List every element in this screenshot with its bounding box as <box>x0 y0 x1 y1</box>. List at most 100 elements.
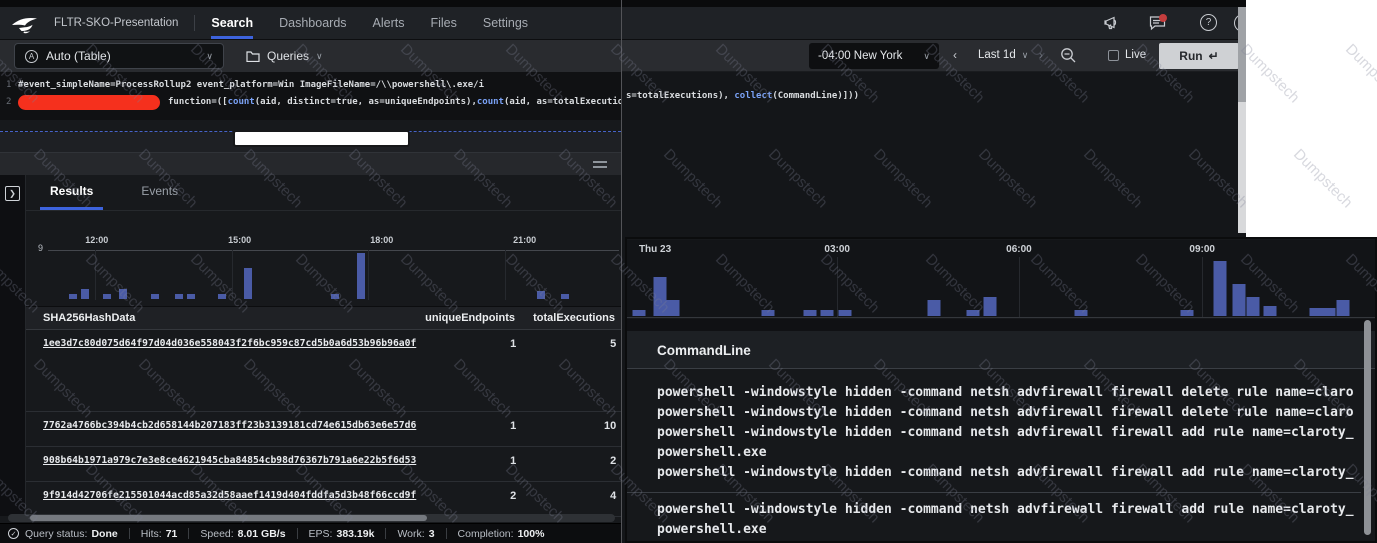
status-value: Done <box>91 528 117 540</box>
status-label: Query status: <box>25 528 87 540</box>
live-label: Live <box>1125 49 1146 61</box>
screenshot-stage: FLTR-SKO-Presentation SearchDashboardsAl… <box>0 0 1377 543</box>
nav-divider <box>194 15 195 31</box>
overlay-vertical-scrollbar-thumb[interactable] <box>1364 320 1371 535</box>
time-forward-arrow[interactable]: › <box>1039 48 1043 62</box>
run-button[interactable]: Run ↵ <box>1159 43 1239 69</box>
status-value: 8.01 GB/s <box>238 528 286 540</box>
nav-tab-alerts[interactable]: Alerts <box>373 7 405 39</box>
x-tick-label: 15:00 <box>228 235 251 245</box>
histogram-bar <box>151 294 159 299</box>
query-token: count <box>228 97 255 107</box>
auto-view-icon: A <box>25 50 38 63</box>
results-table: SHA256HashData uniqueEndpoints totalExec… <box>26 306 621 517</box>
tab-results[interactable]: Results <box>40 175 103 210</box>
query-token: #event_simpleName=ProcessRollup2 event_p… <box>18 80 484 90</box>
query-token: function=([ <box>168 97 228 107</box>
resize-bar <box>0 152 621 175</box>
histogram-bar <box>218 294 226 299</box>
zoom-out-icon[interactable] <box>1060 47 1077 64</box>
resize-handle-icon[interactable] <box>593 161 607 168</box>
horizontal-scrollbar-thumb[interactable] <box>30 515 427 521</box>
main-nav-tabs: Search Dashboards Alerts Files Settings <box>211 7 528 39</box>
histogram-bar <box>632 310 645 316</box>
histogram-bar <box>175 294 183 299</box>
help-icon[interactable]: ? <box>1200 14 1217 31</box>
histogram-bar <box>537 291 545 299</box>
timezone-label: -04:00 New York <box>818 50 902 62</box>
unique-endpoints-value: 2 <box>416 490 516 502</box>
watermark-text: Dumpstech <box>1342 41 1377 107</box>
table-header-row: SHA256HashData uniqueEndpoints totalExec… <box>26 306 621 330</box>
watermark-text: Dumpstech <box>1237 41 1303 107</box>
time-range-selector[interactable]: Last 1d ∨ <box>978 49 1028 61</box>
nav-tab-files[interactable]: Files <box>430 7 456 39</box>
status-label: Completion: <box>458 528 514 540</box>
nav-tab-settings[interactable]: Settings <box>483 7 528 39</box>
commandline-column-header: CommandLine <box>657 343 751 358</box>
commandline-row: powershell -windowstyle hidden -command … <box>627 493 1361 541</box>
x-tick-label: 09:00 <box>1189 244 1215 255</box>
collapsed-side-rail: ❯ <box>0 175 26 516</box>
sha256-hash-link[interactable]: 7762a4766bc394b4cb2d658144b207183ff23b31… <box>43 420 416 431</box>
histogram-bar <box>1075 310 1088 316</box>
sha256-hash-link[interactable]: 908b64b1971a979c7e3e8ce4621945cba84854cb… <box>43 455 416 466</box>
histogram-bar <box>103 294 111 299</box>
tab-events[interactable]: Events <box>131 175 188 210</box>
nav-tab-search[interactable]: Search <box>211 7 253 39</box>
histogram-bar <box>653 277 666 316</box>
histogram-bar <box>821 310 834 316</box>
histogram-bar <box>1336 300 1349 316</box>
histogram-bar <box>561 294 569 299</box>
total-executions-value: 2 <box>516 455 616 467</box>
query-token: (CommandLine)])) <box>772 91 859 101</box>
column-header-unique-endpoints: uniqueEndpoints <box>415 312 515 324</box>
status-ok-icon: ✓ <box>8 528 19 539</box>
vertical-scrollbar-thumb[interactable] <box>1238 7 1246 102</box>
watermark-text: Dumpstech <box>1290 146 1356 212</box>
histogram-bar <box>1214 261 1227 316</box>
chevron-down-icon: ∨ <box>206 51 213 62</box>
commandline-value: powershell.exe <box>657 443 1361 463</box>
status-divider <box>129 528 130 539</box>
histogram-bar <box>803 310 816 316</box>
view-selector-dropdown[interactable]: A Auto (Table) ∨ <box>14 43 224 69</box>
megaphone-icon[interactable] <box>1104 15 1122 31</box>
histogram-bar <box>1323 308 1336 316</box>
time-back-arrow[interactable]: ‹ <box>953 48 957 62</box>
x-tick-label: Thu 23 <box>639 244 671 255</box>
status-value: 71 <box>166 528 178 540</box>
timezone-selector[interactable]: -04:00 New York ∨ <box>809 43 939 69</box>
main-nav-bar: FLTR-SKO-Presentation SearchDashboardsAl… <box>0 7 621 40</box>
histogram-bar <box>1232 284 1245 316</box>
sha256-hash-link[interactable]: 9f914d42706fe215501044acd85a32d58aaef141… <box>43 490 416 501</box>
x-tick-label: 06:00 <box>1006 244 1032 255</box>
chevron-down-icon: ∨ <box>316 51 323 62</box>
blank-popup <box>233 130 410 147</box>
column-header-hash: SHA256HashData <box>43 312 415 324</box>
run-label: Run <box>1179 49 1202 63</box>
live-checkbox[interactable] <box>1108 50 1119 61</box>
chevron-down-icon: ∨ <box>923 51 930 62</box>
status-divider <box>188 528 189 539</box>
window-top-strip <box>0 0 621 7</box>
commandline-value: powershell -windowstyle hidden -command … <box>657 500 1361 520</box>
query-editor[interactable]: 1#event_simpleName=ProcessRollup2 event_… <box>0 72 621 120</box>
status-value: 383.19k <box>336 528 374 540</box>
sha256-hash-link[interactable]: 1ee3d7c80d075d64f97d04d036e558043f2f6bc9… <box>43 338 416 349</box>
status-label: Work: <box>397 528 424 540</box>
histogram-bar <box>839 310 852 316</box>
horizontal-scrollbar-track <box>8 514 615 522</box>
histogram-bar <box>187 294 195 299</box>
y-axis-tick: 9 <box>38 243 43 253</box>
time-range-label: Last 1d <box>978 49 1016 61</box>
chart-gridline <box>1019 257 1020 317</box>
queries-button[interactable]: Queries ∨ <box>246 49 323 63</box>
view-selector-label: Auto (Table) <box>46 49 111 63</box>
histogram-bar <box>357 253 365 299</box>
histogram-bar <box>81 289 89 299</box>
expand-panel-icon[interactable]: ❯ <box>5 186 20 201</box>
nav-tab-dashboards[interactable]: Dashboards <box>279 7 346 39</box>
query-status-bar: ✓Query status:DoneHits:71Speed:8.01 GB/s… <box>0 523 621 543</box>
time-controls-toolbar: -04:00 New York ∨ ‹ Last 1d ∨ › Live Run… <box>622 40 1246 72</box>
